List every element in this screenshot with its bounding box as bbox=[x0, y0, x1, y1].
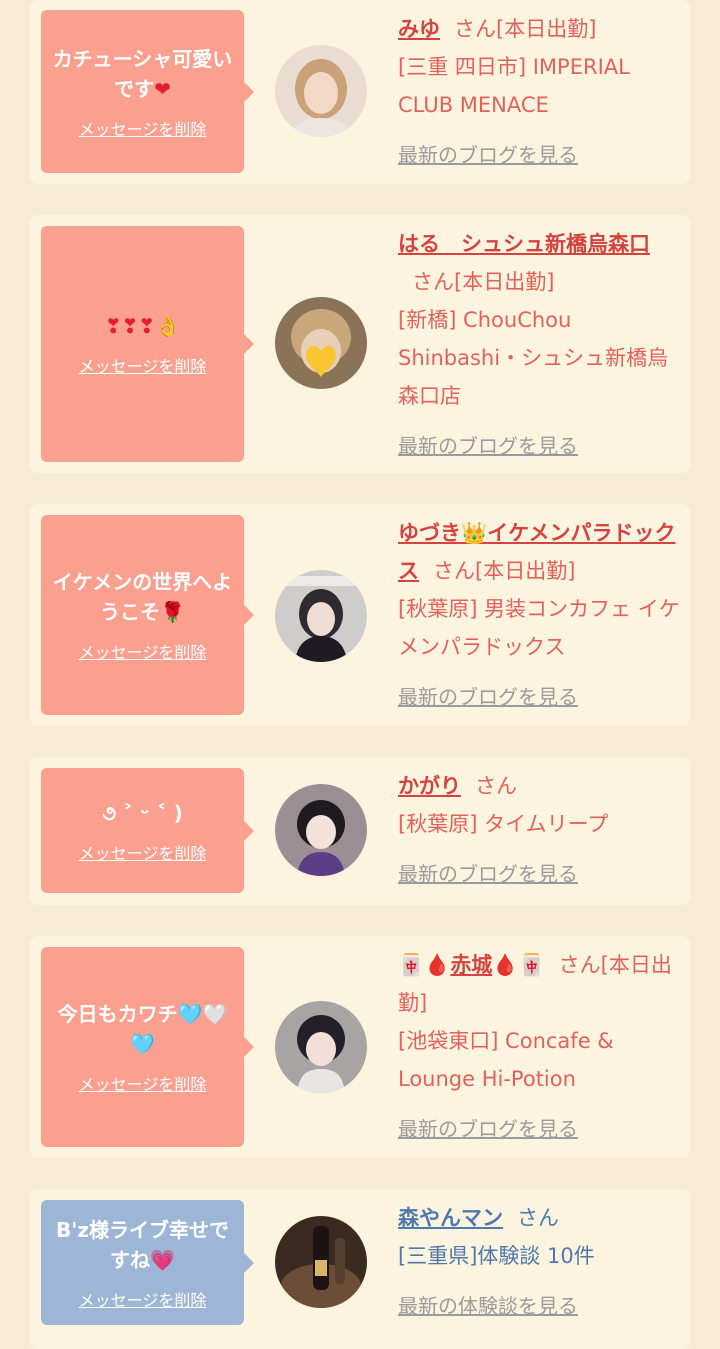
mahjong-icon: 🀄 bbox=[518, 953, 545, 977]
message-text: ❣❣❣👌 bbox=[104, 314, 181, 338]
message-text: ૭ ˃ ᵕ ˂ ) bbox=[102, 800, 183, 825]
avatar[interactable] bbox=[275, 1216, 367, 1308]
blood-drop-icon: 🩸 bbox=[492, 953, 519, 977]
reviewer-suffix: さん bbox=[517, 1206, 559, 1230]
message-bubble: ❣❣❣👌 メッセージを削除 bbox=[41, 226, 254, 462]
cast-status: さん[本日出勤] bbox=[433, 559, 576, 583]
message-bubble: B'z様ライブ幸せですね💗 メッセージを削除 bbox=[41, 1200, 254, 1325]
latest-blog-link[interactable]: 最新のブログを見る bbox=[398, 427, 684, 465]
cast-info: ゆづき👑イケメンパラドックス さん[本日出勤] [秋葉原] 男装コンカフェ イケメ… bbox=[398, 514, 684, 716]
cast-info: みゆ さん[本日出勤] [三重 四日市] IMPERIAL CLUB MENACE… bbox=[398, 10, 684, 174]
message-bubble: カチューシャ可愛いです❤ メッセージを削除 bbox=[41, 10, 254, 173]
cast-name-link[interactable]: 🀄🩸赤城🩸🀄 bbox=[398, 953, 545, 977]
avatar[interactable] bbox=[275, 1001, 367, 1093]
message-text: イケメンの世界へようこそ🌹 bbox=[52, 570, 233, 624]
cast-info: 森やんマン さん [三重県]体験談 10件 最新の体験談を見る bbox=[398, 1199, 684, 1325]
cast-info: はる シュシュ新橋烏森口さん[本日出勤] [新橋] ChouChou Shinb… bbox=[398, 225, 684, 465]
message-bubble: イケメンの世界へようこそ🌹 メッセージを削除 bbox=[41, 515, 254, 715]
latest-review-link[interactable]: 最新の体験談を見る bbox=[398, 1287, 684, 1325]
message-bubble: ૭ ˃ ᵕ ˂ ) メッセージを削除 bbox=[41, 768, 254, 893]
shop-name: [新橋] ChouChou Shinbashi・シュシュ新橋烏森口店 bbox=[398, 308, 669, 408]
delete-message-link[interactable]: メッセージを削除 bbox=[79, 1071, 207, 1095]
cast-status: さん[本日出勤] bbox=[412, 270, 555, 294]
shop-name: [三重 四日市] IMPERIAL CLUB MENACE bbox=[398, 55, 630, 117]
latest-blog-link[interactable]: 最新のブログを見る bbox=[398, 855, 684, 893]
message-card: ❣❣❣👌 メッセージを削除 はる シュシュ新橋烏森口さん[本日出勤] [新橋] … bbox=[30, 215, 690, 473]
cast-name-link[interactable]: はる シュシュ新橋烏森口 bbox=[398, 232, 650, 256]
cast-name-link[interactable]: かがり bbox=[398, 774, 461, 798]
avatar[interactable] bbox=[275, 45, 367, 137]
delete-message-link[interactable]: メッセージを削除 bbox=[79, 353, 207, 377]
review-count: [三重県]体験談 10件 bbox=[398, 1244, 595, 1268]
cast-name-link[interactable]: みゆ bbox=[398, 17, 440, 41]
delete-message-link[interactable]: メッセージを削除 bbox=[79, 116, 207, 140]
avatar[interactable] bbox=[275, 297, 367, 389]
latest-blog-link[interactable]: 最新のブログを見る bbox=[398, 136, 684, 174]
delete-message-link[interactable]: メッセージを削除 bbox=[79, 1287, 207, 1311]
cast-status: さん[本日出勤] bbox=[454, 17, 597, 41]
delete-message-link[interactable]: メッセージを削除 bbox=[79, 840, 207, 864]
blood-drop-icon: 🩸 bbox=[424, 953, 451, 977]
cast-info: かがり さん [秋葉原] タイムリープ 最新のブログを見る bbox=[398, 767, 684, 893]
message-text: 今日もカワチ🩵🤍🩵 bbox=[57, 1002, 228, 1056]
shop-name: [秋葉原] 男装コンカフェ イケメンパラドックス bbox=[398, 597, 680, 659]
message-text: カチューシャ可愛いです❤ bbox=[52, 46, 233, 101]
message-text: B'z様ライブ幸せですね💗 bbox=[55, 1217, 229, 1272]
message-bubble: 今日もカワチ🩵🤍🩵 メッセージを削除 bbox=[41, 947, 254, 1147]
shop-name: [池袋東口] Concafe & Lounge Hi-Potion bbox=[398, 1029, 614, 1091]
cast-info: 🀄🩸赤城🩸🀄 さん[本日出勤] [池袋東口] Concafe & Lounge H… bbox=[398, 946, 684, 1148]
avatar[interactable] bbox=[275, 784, 367, 876]
delete-message-link[interactable]: メッセージを削除 bbox=[79, 639, 207, 663]
message-card: 今日もカワチ🩵🤍🩵 メッセージを削除 🀄🩸赤城🩸🀄 さん[本日出勤] [池袋東口]… bbox=[30, 936, 690, 1158]
latest-blog-link[interactable]: 最新のブログを見る bbox=[398, 678, 684, 716]
message-card: カチューシャ可愛いです❤ メッセージを削除 みゆ さん[本日出勤] [三重 四日市… bbox=[30, 0, 690, 184]
latest-blog-link[interactable]: 最新のブログを見る bbox=[398, 1110, 684, 1148]
shop-name: [秋葉原] タイムリープ bbox=[398, 812, 609, 836]
mahjong-icon: 🀄 bbox=[398, 953, 425, 977]
message-card: ૭ ˃ ᵕ ˂ ) メッセージを削除 かがり さん [秋葉原] タイムリープ 最新… bbox=[30, 757, 690, 905]
reviewer-name-link[interactable]: 森やんマン bbox=[398, 1206, 503, 1230]
avatar[interactable] bbox=[275, 570, 367, 662]
cast-status: さん bbox=[475, 774, 517, 798]
message-card: B'z様ライブ幸せですね💗 メッセージを削除 森やんマン さん [三重県]体験談 … bbox=[30, 1189, 690, 1349]
message-card: イケメンの世界へようこそ🌹 メッセージを削除 ゆづき👑イケメンパラドックス さん[… bbox=[30, 504, 690, 726]
